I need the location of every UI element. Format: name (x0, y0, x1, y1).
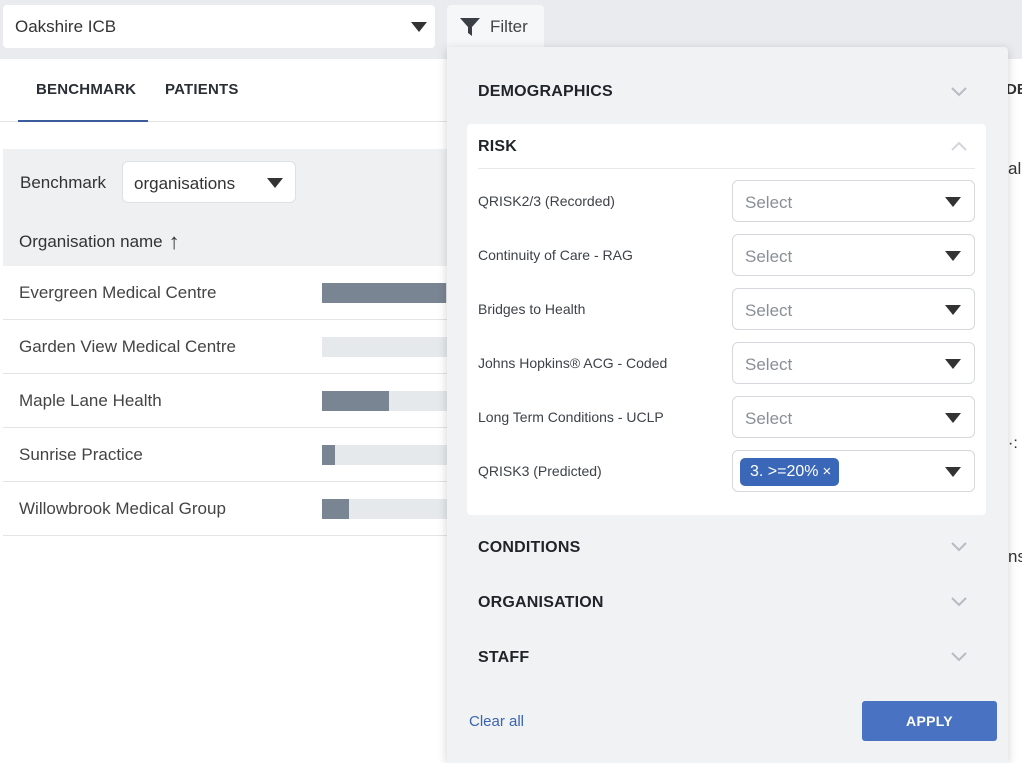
organisation-name: Maple Lane Health (19, 391, 162, 410)
table-row[interactable]: Garden View Medical Centre (3, 320, 450, 374)
caret-down-icon (267, 178, 283, 188)
table-row[interactable]: Maple Lane Health (3, 374, 450, 428)
filter-label: Johns Hopkins® ACG - Coded (478, 355, 668, 371)
filter-label: Continuity of Care - RAG (478, 247, 633, 263)
section-staff[interactable]: STAFF (478, 649, 529, 667)
benchmark-controls: Benchmark organisations Organisation nam… (3, 149, 450, 266)
filter-button[interactable]: Filter (447, 5, 544, 48)
benchmark-panel: BENCHMARK PATIENTS Benchmark organisatio… (0, 59, 450, 763)
chevron-down-icon[interactable] (951, 652, 967, 662)
active-tab-indicator (18, 120, 148, 122)
column-header-label: Organisation name (19, 232, 163, 251)
section-conditions[interactable]: CONDITIONS (478, 539, 580, 557)
risk-filter-qrisk-recorded: QRISK2/3 (Recorded) Select (478, 180, 975, 222)
caret-down-icon (945, 413, 961, 423)
risk-filter-long-term-conditions: Long Term Conditions - UCLP Select (478, 396, 975, 438)
select-placeholder: Select (745, 409, 793, 428)
caret-down-icon (411, 22, 427, 32)
long-term-conditions-select[interactable]: Select (732, 396, 975, 438)
divider (478, 168, 975, 169)
chip-label: 3. >=20% (750, 463, 819, 480)
qrisk-predicted-select[interactable]: 3. >=20% × (732, 450, 975, 492)
chevron-down-icon[interactable] (951, 542, 967, 552)
truncated-text: ·: (1008, 435, 1018, 452)
benchmark-bar-track (322, 499, 450, 519)
risk-filter-acg-coded: Johns Hopkins® ACG - Coded Select (478, 342, 975, 384)
caret-down-icon (945, 467, 961, 477)
table-row[interactable]: Sunrise Practice (3, 428, 450, 482)
risk-filter-qrisk-predicted: QRISK3 (Predicted) 3. >=20% × (478, 450, 975, 492)
filter-label: QRISK2/3 (Recorded) (478, 193, 615, 209)
benchmark-bar-fill (322, 391, 389, 411)
clear-all-link[interactable]: Clear all (469, 713, 524, 730)
organisation-select-value: Oakshire ICB (15, 16, 117, 36)
filter-panel: DEMOGRAPHICS RISK QRISK2/3 (Recorded) Se… (447, 47, 1008, 763)
select-placeholder: Select (745, 301, 793, 320)
continuity-of-care-select[interactable]: Select (732, 234, 975, 276)
benchmark-bar-fill (322, 283, 447, 303)
filter-button-label: Filter (490, 16, 528, 36)
acg-coded-select[interactable]: Select (732, 342, 975, 384)
table-row[interactable]: Willowbrook Medical Group (3, 482, 450, 536)
bridges-to-health-select[interactable]: Select (732, 288, 975, 330)
benchmark-select-value: organisations (134, 174, 236, 193)
selected-value-chip: 3. >=20% × (740, 458, 840, 486)
select-placeholder: Select (745, 247, 793, 266)
benchmark-label: Benchmark (20, 173, 106, 192)
filter-label: QRISK3 (Predicted) (478, 463, 602, 479)
select-placeholder: Select (745, 355, 793, 374)
risk-filter-continuity-of-care: Continuity of Care - RAG Select (478, 234, 975, 276)
organisation-name: Garden View Medical Centre (19, 337, 237, 356)
truncated-text: al (1008, 159, 1022, 178)
chevron-down-icon[interactable] (951, 87, 967, 97)
caret-down-icon (945, 251, 961, 261)
truncated-heading: DE (1006, 81, 1022, 98)
filter-label: Long Term Conditions - UCLP (478, 409, 664, 425)
benchmark-bar-track (322, 337, 450, 357)
select-placeholder: Select (745, 193, 793, 212)
arrow-up-icon: ↑ (168, 229, 180, 254)
organisation-name-column-header[interactable]: Organisation name ↑ (19, 229, 180, 255)
benchmark-bar-track (322, 445, 450, 465)
caret-down-icon (945, 305, 961, 315)
benchmark-bar-track (322, 391, 450, 411)
chevron-down-icon[interactable] (951, 597, 967, 607)
section-demographics[interactable]: DEMOGRAPHICS (478, 83, 613, 101)
section-risk[interactable]: RISK (478, 138, 517, 156)
tab-benchmark[interactable]: BENCHMARK (36, 81, 136, 98)
organisation-name: Willowbrook Medical Group (19, 499, 226, 518)
tab-bar: BENCHMARK PATIENTS (0, 59, 450, 122)
caret-down-icon (945, 197, 961, 207)
qrisk-recorded-select[interactable]: Select (732, 180, 975, 222)
benchmark-bar-fill (322, 499, 349, 519)
remove-chip-icon[interactable]: × (823, 463, 832, 480)
organisation-name: Sunrise Practice (19, 445, 143, 464)
apply-button[interactable]: APPLY (862, 701, 997, 741)
caret-down-icon (945, 359, 961, 369)
truncated-text: ns (1008, 547, 1022, 566)
section-organisation[interactable]: ORGANISATION (478, 594, 604, 612)
organisation-select[interactable]: Oakshire ICB (3, 5, 435, 48)
table-row[interactable]: Evergreen Medical Centre (3, 266, 450, 320)
benchmark-bar-track (322, 283, 450, 303)
filter-label: Bridges to Health (478, 301, 586, 317)
filter-icon (460, 17, 480, 36)
tab-patients[interactable]: PATIENTS (165, 81, 239, 98)
benchmark-select[interactable]: organisations (122, 161, 296, 203)
benchmark-bar-fill (322, 445, 335, 465)
chevron-up-icon[interactable] (951, 141, 967, 151)
risk-section: RISK QRISK2/3 (Recorded) Select Continui… (467, 124, 986, 515)
organisation-name: Evergreen Medical Centre (19, 283, 217, 302)
risk-filter-bridges-to-health: Bridges to Health Select (478, 288, 975, 330)
